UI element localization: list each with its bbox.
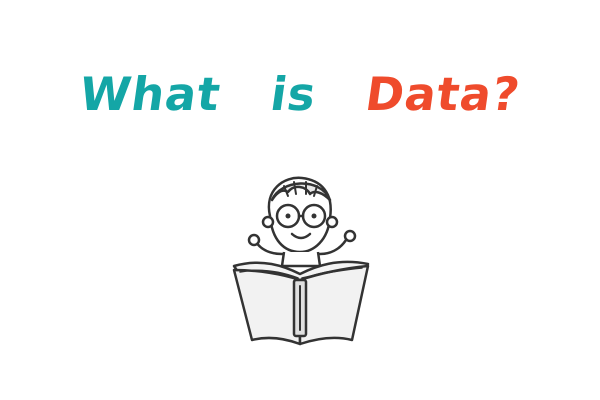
book <box>232 260 370 346</box>
title-word-what: What <box>76 67 225 121</box>
page-title: What is Data? <box>0 62 600 126</box>
child-head <box>261 176 339 254</box>
title-word-is: is <box>266 67 320 121</box>
child-body <box>280 251 322 268</box>
slide: What is Data? <box>0 0 600 400</box>
child-reading-book-icon <box>232 176 370 346</box>
title-word-data: Data? <box>362 67 524 121</box>
